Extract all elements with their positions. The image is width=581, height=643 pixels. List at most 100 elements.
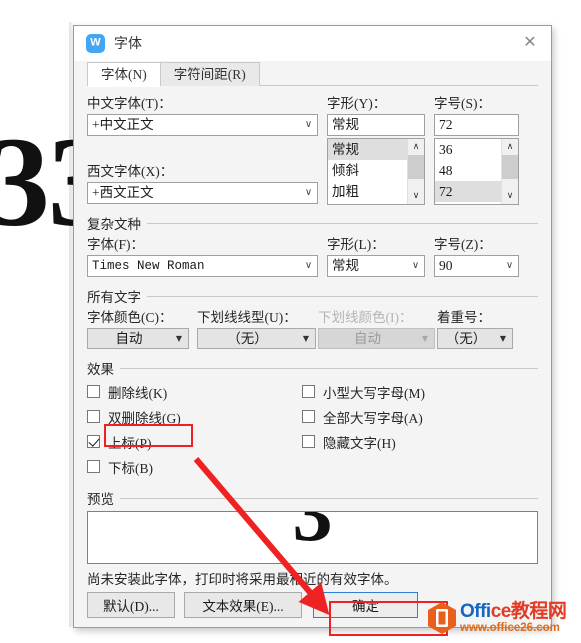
caret-down-icon: ▼ <box>499 333 507 343</box>
underline-color-dropdown: 自动 ▼ <box>318 328 435 349</box>
chevron-down-icon: ∨ <box>304 119 313 130</box>
scroll-thumb[interactable] <box>502 155 518 179</box>
all-text-label: 所有文字 <box>87 290 141 305</box>
scroll-down-icon[interactable]: ∨ <box>408 188 424 204</box>
effects-label: 效果 <box>87 362 114 377</box>
divider <box>147 295 538 297</box>
checkbox-icon <box>302 410 315 423</box>
scroll-up-icon[interactable]: ∧ <box>502 139 518 155</box>
font-dialog: W 字体 ✕ 字体(N) 字符间距(R) 中文字体(T)： +中文正文 ∨ 西文… <box>73 25 552 628</box>
wps-logo-letter: W <box>90 36 101 49</box>
font-color-label: 字体颜色(C)： <box>87 310 173 325</box>
complex-font-value: Times New Roman <box>92 259 205 273</box>
dialog-body: 中文字体(T)： +中文正文 ∨ 西文字体(X)： +西文正文 ∨ 字形(Y)：… <box>74 86 551 588</box>
checkbox-icon <box>87 410 100 423</box>
complex-size-value: 90 <box>439 258 453 273</box>
complex-font-combo[interactable]: Times New Roman ∨ <box>87 255 318 277</box>
default-button[interactable]: 默认(D)... <box>87 592 175 618</box>
complex-style-value: 常规 <box>332 258 359 273</box>
complex-size-label: 字号(Z)： <box>434 237 492 252</box>
emphasis-dropdown[interactable]: （无） ▼ <box>437 328 513 349</box>
caret-down-icon: ▼ <box>421 333 429 343</box>
list-item[interactable]: 倾斜 <box>328 160 407 181</box>
complex-script-label: 复杂文种 <box>87 217 141 232</box>
emphasis-value: （无） <box>445 331 487 346</box>
dialog-footer: 默认(D)... 文本效果(E)... 确定 <box>74 583 551 627</box>
checkbox-icon <box>302 385 315 398</box>
checkbox-superscript[interactable]: 上标(P) <box>87 431 302 452</box>
wps-logo-icon: W <box>86 33 105 53</box>
checkbox-label: 下标(B) <box>108 460 153 476</box>
underline-color-value: 自动 <box>354 331 381 346</box>
font-color-dropdown[interactable]: 自动 ▼ <box>87 328 189 349</box>
close-icon[interactable]: ✕ <box>517 31 543 55</box>
complex-style-combo[interactable]: 常规 ∨ <box>327 255 425 277</box>
divider <box>120 497 538 499</box>
style-scrollbar[interactable]: ∧ ∨ <box>407 139 424 204</box>
list-item[interactable]: 加粗 <box>328 181 407 202</box>
all-text-group-header: 所有文字 <box>87 286 538 306</box>
checkbox-label: 隐藏文字(H) <box>323 435 396 451</box>
checkbox-hidden-text[interactable]: 隐藏文字(H) <box>302 431 502 452</box>
chevron-down-icon: ∨ <box>411 260 420 271</box>
size-listbox[interactable]: 36 48 72 ∧ ∨ <box>434 138 519 205</box>
list-item[interactable]: 常规 <box>328 139 407 160</box>
checkbox-icon <box>87 385 100 398</box>
checkbox-all-caps[interactable]: 全部大写字母(A) <box>302 406 502 427</box>
west-font-combo[interactable]: +西文正文 ∨ <box>87 182 318 204</box>
size-value: 72 <box>439 117 453 132</box>
dialog-title: 字体 <box>114 35 142 51</box>
checkbox-double-strikethrough[interactable]: 双删除线(G) <box>87 406 302 427</box>
checkbox-label: 删除线(K) <box>108 385 168 401</box>
checkbox-label: 双删除线(G) <box>108 410 181 426</box>
tab-bar: 字体(N) 字符间距(R) <box>74 61 551 87</box>
checkbox-icon <box>87 460 100 473</box>
caret-down-icon: ▼ <box>175 333 183 343</box>
tab-font[interactable]: 字体(N) <box>87 62 161 87</box>
checkbox-label: 小型大写字母(M) <box>323 385 425 401</box>
checkbox-label: 上标(P) <box>108 435 152 451</box>
tab-character-spacing[interactable]: 字符间距(R) <box>159 62 260 86</box>
complex-size-combo[interactable]: 90 ∨ <box>434 255 519 277</box>
west-font-label: 西文字体(X)： <box>87 164 174 179</box>
font-color-value: 自动 <box>115 331 143 346</box>
style-listbox[interactable]: 常规 倾斜 加粗 ∧ ∨ <box>327 138 425 205</box>
size-input[interactable]: 72 <box>434 114 519 136</box>
list-item[interactable]: 48 <box>435 160 501 181</box>
scroll-track[interactable] <box>502 155 518 188</box>
underline-style-label: 下划线线型(U)： <box>197 310 297 325</box>
style-input[interactable]: 常规 <box>327 114 425 136</box>
scroll-thumb[interactable] <box>408 155 424 179</box>
checkbox-icon <box>302 435 315 448</box>
size-label: 字号(S)： <box>434 96 491 111</box>
ok-button[interactable]: 确定 <box>313 592 418 618</box>
complex-script-group-header: 复杂文种 <box>87 213 538 233</box>
chevron-down-icon: ∨ <box>505 260 514 271</box>
list-item[interactable]: 72 <box>435 181 501 202</box>
chevron-down-icon: ∨ <box>304 260 313 271</box>
chevron-down-icon: ∨ <box>304 187 313 198</box>
emphasis-label: 着重号： <box>437 310 491 325</box>
scroll-track[interactable] <box>408 155 424 188</box>
size-scrollbar[interactable]: ∧ ∨ <box>501 139 518 204</box>
cn-font-combo[interactable]: +中文正文 ∨ <box>87 114 318 136</box>
text-effects-button[interactable]: 文本效果(E)... <box>184 592 302 618</box>
cn-font-value: +中文正文 <box>92 117 154 132</box>
scroll-down-icon[interactable]: ∨ <box>502 188 518 204</box>
dialog-titlebar: W 字体 ✕ <box>74 26 551 61</box>
scroll-up-icon[interactable]: ∧ <box>408 139 424 155</box>
effects-group-header: 效果 <box>87 358 538 378</box>
checkbox-label: 全部大写字母(A) <box>323 410 423 426</box>
underline-style-dropdown[interactable]: （无） ▼ <box>197 328 316 349</box>
checkbox-small-caps[interactable]: 小型大写字母(M) <box>302 381 502 402</box>
checkbox-subscript[interactable]: 下标(B) <box>87 456 302 477</box>
underline-style-value: （无） <box>227 331 268 346</box>
preview-group-header: 预览 <box>87 488 538 508</box>
preview-glyph: 3 <box>292 511 333 558</box>
preview-label: 预览 <box>87 492 114 507</box>
list-item[interactable]: 36 <box>435 139 501 160</box>
west-font-value: +西文正文 <box>92 185 154 200</box>
checkbox-icon <box>87 435 100 448</box>
cn-font-label: 中文字体(T)： <box>87 96 172 111</box>
checkbox-strikethrough[interactable]: 删除线(K) <box>87 381 302 402</box>
